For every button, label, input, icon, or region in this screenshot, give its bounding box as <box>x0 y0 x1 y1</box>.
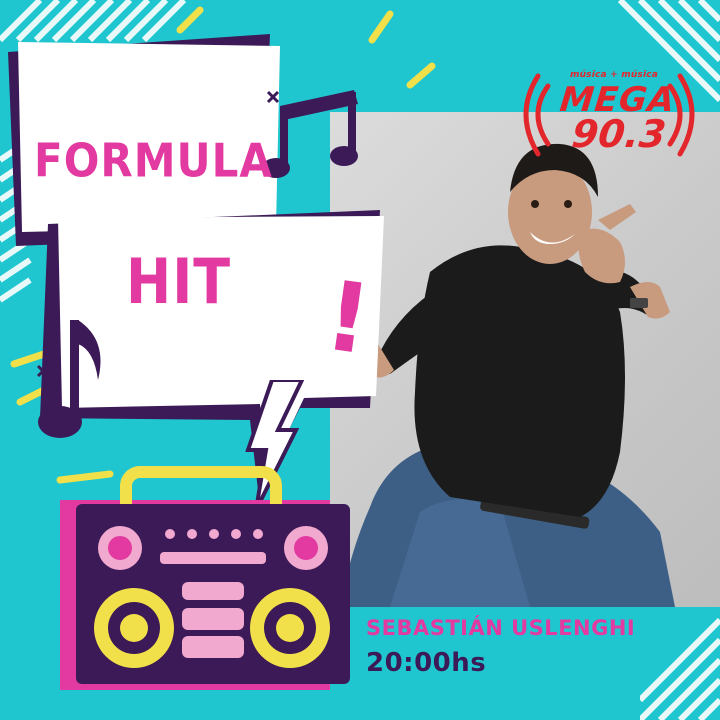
promo-poster: música + música MEGA 90.3 FORMULA HIT ! … <box>0 0 720 720</box>
show-time: 20:00hs <box>366 648 487 678</box>
host-name: SEBASTIÁN USLENGHI <box>366 616 636 640</box>
host-photo <box>330 112 720 607</box>
eighth-note-icon <box>36 320 101 438</box>
title-line2: HIT <box>126 245 232 318</box>
title-line1: FORMULA <box>34 133 273 188</box>
performer-figure <box>340 143 675 607</box>
bolt-icon <box>245 380 305 511</box>
mega-radio-logo: música + música MEGA 90.3 <box>520 58 695 170</box>
bottom-right-stripes <box>640 617 720 720</box>
logo-frequency: 90.3 <box>569 112 669 156</box>
boombox-icon <box>60 466 350 690</box>
top-left-stripes <box>0 0 187 43</box>
logo-tagline: música + música <box>570 70 659 80</box>
